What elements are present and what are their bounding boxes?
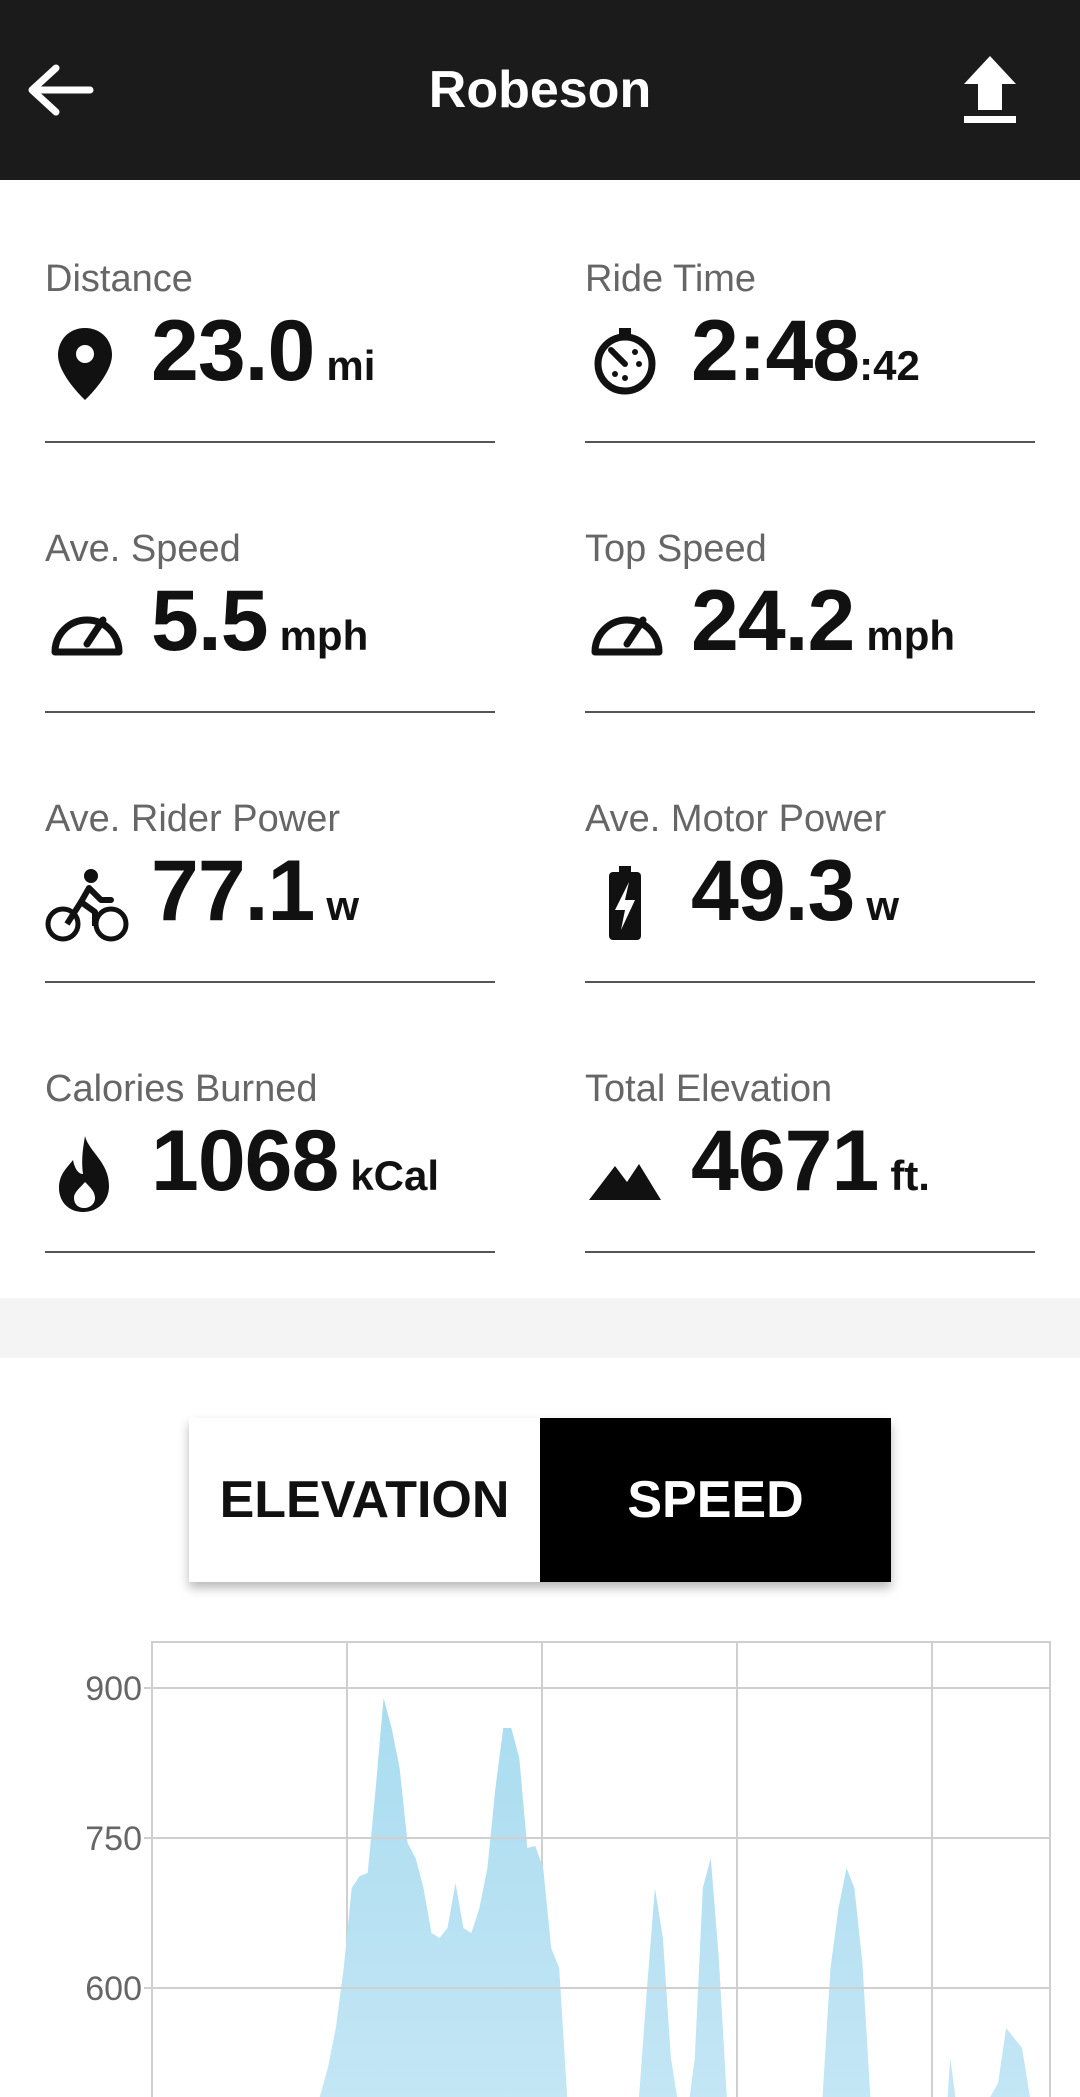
stopwatch-icon (594, 328, 656, 395)
stat-value: 4671 ft. (691, 1113, 930, 1209)
speedometer-icon (51, 616, 123, 656)
stat-label: Ave. Motor Power (585, 798, 887, 840)
tab-speed[interactable]: SPEED (540, 1418, 891, 1582)
chart-svg: 900 750 600 (85, 1641, 1051, 2097)
share-button[interactable] (950, 50, 1030, 130)
stat-label: Ave. Rider Power (45, 798, 340, 840)
stat-label: Calories Burned (45, 1068, 318, 1110)
stat-value: 2:48:42 (691, 303, 920, 399)
stat-ave-rider-power: Ave. Rider Power 77.1 w (45, 720, 495, 990)
stat-top-speed: Top Speed 24.2 mph (585, 450, 1035, 720)
divider (585, 711, 1035, 713)
stat-value: 77.1 w (151, 843, 360, 939)
chart-mode-toggle: ELEVATION SPEED (189, 1418, 891, 1582)
stat-value: 49.3 w (691, 843, 900, 939)
speedometer-icon (591, 616, 663, 656)
section-divider (0, 1298, 1080, 1358)
divider (45, 711, 495, 713)
ride-stats-grid: Distance 23.0 mi Ride Time 2:48:42 Ave. S… (0, 180, 1080, 1298)
stat-label: Distance (45, 258, 193, 300)
page-title: Robeson (428, 61, 652, 119)
divider (45, 981, 495, 983)
speed-chart: 900 750 600 (0, 1630, 1080, 2097)
stat-label: Ride Time (585, 258, 757, 300)
map-pin-icon (58, 328, 112, 400)
stat-total-elevation: Total Elevation 4671 ft. (585, 990, 1035, 1260)
divider (45, 441, 495, 443)
y-tick-label: 600 (85, 1970, 142, 2008)
stat-ave-speed: Ave. Speed 5.5 mph (45, 450, 495, 720)
stat-ride-time: Ride Time 2:48:42 (585, 180, 1035, 450)
y-tick-label: 900 (85, 1670, 142, 1708)
stat-distance: Distance 23.0 mi (45, 180, 495, 450)
divider (585, 1251, 1035, 1253)
divider (45, 1251, 495, 1253)
stat-value: 1068 kCal (151, 1113, 440, 1209)
stat-ave-motor-power: Ave. Motor Power 49.3 w (585, 720, 1035, 990)
y-tick-label: 750 (85, 1820, 142, 1858)
stat-label: Top Speed (585, 528, 767, 570)
stat-value: 23.0 mi (151, 303, 376, 399)
stat-value: 5.5 mph (151, 573, 369, 669)
flame-icon (59, 1136, 109, 1212)
top-app-bar: Robeson (0, 0, 1080, 180)
stat-label: Total Elevation (585, 1068, 833, 1110)
stat-label: Ave. Speed (45, 528, 241, 570)
divider (585, 981, 1035, 983)
speed-area-series (240, 1698, 1030, 2097)
stat-value: 24.2 mph (691, 573, 956, 669)
cyclist-icon (45, 869, 129, 942)
divider (585, 441, 1035, 443)
stat-calories-burned: Calories Burned 1068 kCal (45, 990, 495, 1260)
tab-elevation[interactable]: ELEVATION (189, 1418, 540, 1582)
mountain-icon (589, 1164, 661, 1200)
upload-icon (964, 56, 1016, 123)
plot-frame (151, 1641, 1051, 2097)
battery-bolt-icon (609, 866, 641, 940)
